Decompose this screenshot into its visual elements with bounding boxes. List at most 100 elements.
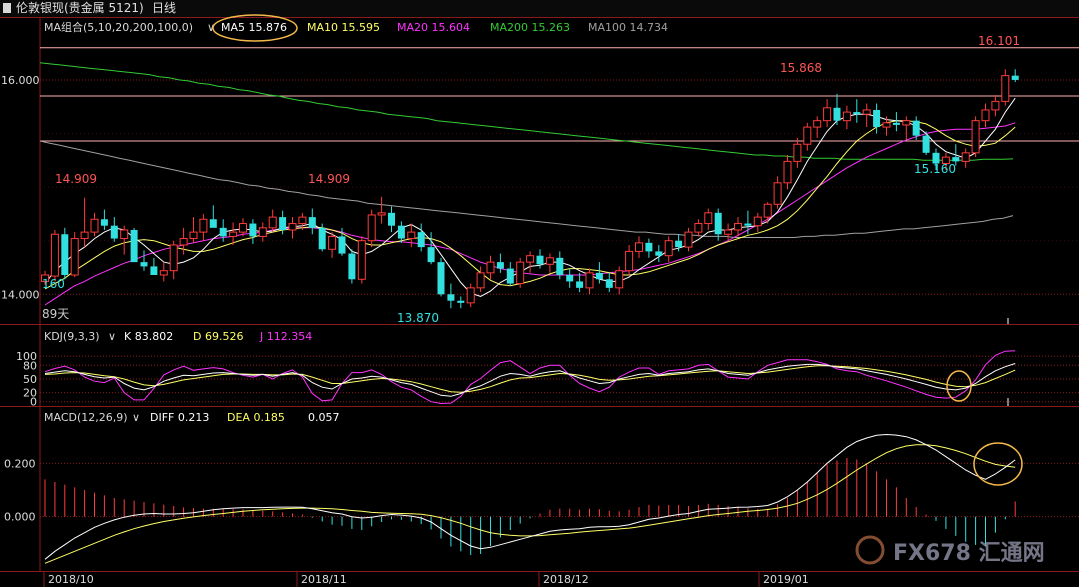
candle-body [526,255,535,263]
macd-legend-item: DIFF 0.213 [150,411,209,424]
kdj-legend-items: K 83.802 D 69.526 J 112.354 [124,330,312,343]
candle [348,249,356,284]
macd-legend-items: DIFF 0.213 DEA 0.185 0.057 [150,411,340,424]
kdj-tick-label: 80 [23,359,37,372]
candle-body [833,107,841,121]
candle-body [853,112,861,115]
price-annotation: 16.101 [978,34,1020,48]
macd-tick-label: 0.200 [4,457,36,470]
candle-body [645,242,653,252]
candle-body [189,231,198,240]
macd-legend-item: DEA 0.185 [227,411,285,424]
candle-body [734,223,742,231]
candle-body [377,212,386,216]
kdj-tick-label: 0 [30,396,37,409]
candle-body [753,216,762,227]
price-annotation: 160 [42,277,65,291]
candle [61,227,69,280]
candle-body [694,223,703,233]
candle-body [684,231,693,248]
candle-body [61,234,69,275]
macd-dropdown-icon[interactable]: ∨ [132,411,140,424]
candle-body [130,229,138,263]
candle-body [635,242,643,252]
price-annotation: 14.909 [308,172,350,186]
candle-body [457,300,465,303]
candle [516,257,525,288]
candle-body [585,272,594,289]
candle-body [991,100,1000,111]
price-tick-label: 16.000 [1,74,40,87]
price-annotation: 15.160 [914,162,956,176]
candle-body [150,266,158,275]
candle-body [140,262,148,267]
candle-body [803,126,812,145]
candle-body [279,217,287,230]
instrument-title[interactable]: 伦敦银现(贵金属 5121) [16,0,144,15]
candle-body [842,111,851,122]
price-tick-label: 14.000 [1,288,40,301]
candle-body [318,227,326,250]
candle-body [417,232,425,248]
ma-dropdown-icon[interactable]: ∨ [207,21,215,34]
candle-body [1011,75,1019,80]
price-annotation: 89天 [42,307,69,321]
candle [130,227,138,263]
kdj-dropdown-icon[interactable]: ∨ [108,330,116,343]
kdj-legend-k: K 83.802 [124,330,173,343]
candle-body [922,135,930,153]
candle-body [348,253,356,280]
candle-body [100,219,108,226]
candle-body [50,233,59,277]
candle-body [536,255,544,265]
kdj-indicator-name: KDJ(9,3,3) [44,330,100,343]
candle-body [773,182,782,205]
candle-body [169,244,178,272]
candle-body [823,107,832,122]
candle-body [783,160,792,184]
candle-body [466,287,475,304]
window-header: 伦敦银现(贵金属 5121) 日线 [0,0,1079,17]
candle-body [516,261,525,285]
candle-body [664,240,673,257]
candle-body [179,238,188,246]
candle-body [655,251,663,256]
period-selector[interactable]: 日线 [152,1,176,15]
trading-chart[interactable]: 伦敦银现(贵金属 5121) 日线 14.909 14.909 13.870 15.8… [0,0,1079,587]
candle-body [357,240,366,280]
candle-body [605,279,613,288]
ma-legend-ma100: MA100 14.734 [588,21,668,34]
price-annotation: 13.870 [397,311,439,325]
candle-body [724,229,733,235]
candle-body [328,235,337,250]
candle-body [556,257,564,275]
candle-body [496,262,504,269]
candle-body [576,281,584,288]
candle-body [229,231,238,237]
candle-body [793,143,802,162]
candle-body [704,212,713,225]
date-tick-label: 2019/01 [763,573,809,586]
candle [50,229,59,282]
candle-body [961,152,970,162]
candle-body [90,218,99,233]
candle-body [545,257,554,265]
menu-icon[interactable] [3,3,11,13]
candle-body [249,223,257,237]
candle-body [912,120,920,136]
macd-indicator-name: MACD(12,26,9) [44,411,128,424]
candle-body [566,274,574,282]
candle-body [209,219,217,228]
candle-body [288,223,297,231]
kdj-legend-j: J 112.354 [259,330,312,343]
candle-body [219,227,227,237]
candle-body [258,227,267,237]
price-annotation: 15.868 [780,61,822,75]
candle-body [1001,75,1010,102]
candle-body [892,122,900,125]
candle-body [447,294,455,301]
candle-body [199,218,208,233]
candle-body [952,157,960,162]
candle-body [70,238,79,276]
candle-body [268,216,277,229]
